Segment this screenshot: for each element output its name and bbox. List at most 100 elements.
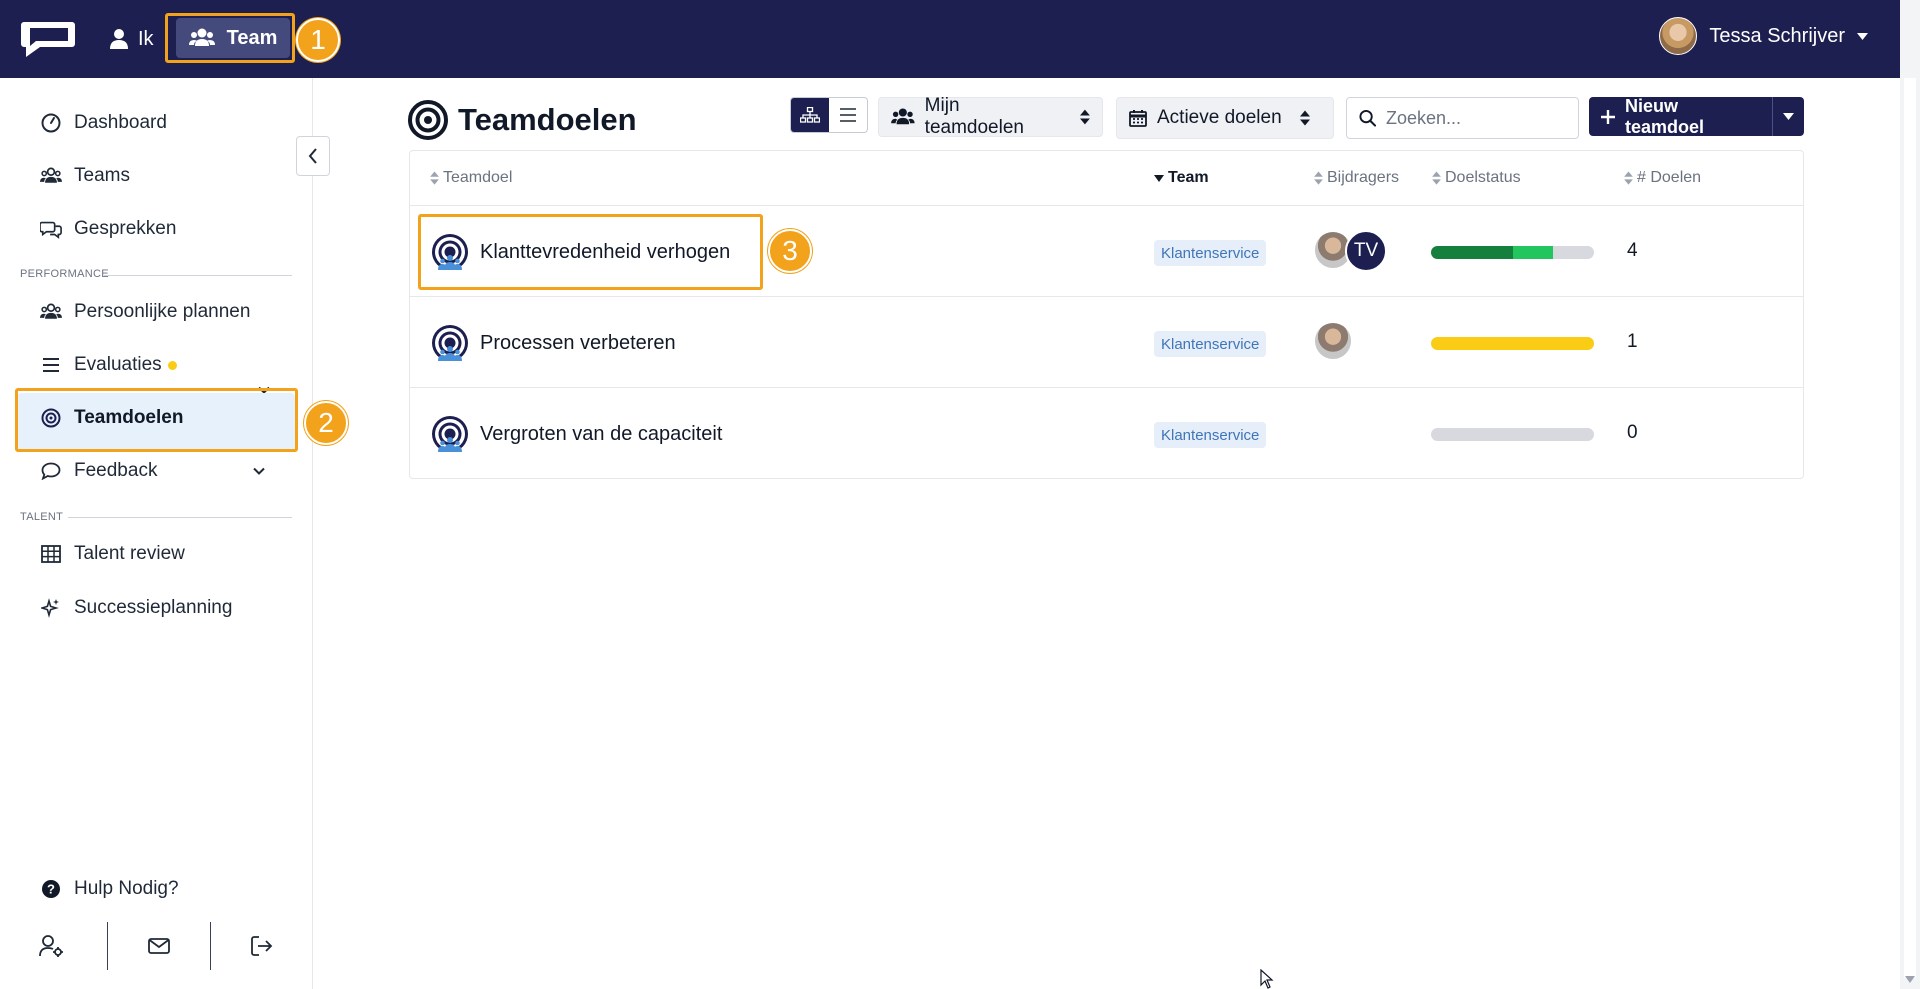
sidebar-item-teams[interactable]: Teams	[40, 156, 130, 196]
status-bar-segment	[1431, 337, 1594, 350]
scroll-down-arrow-icon[interactable]	[1905, 976, 1915, 983]
highlight-box-2	[15, 388, 298, 452]
table-row[interactable]: Processen verbeteren Klantenservice 1	[410, 296, 1803, 387]
sidebar-item-label: Feedback	[74, 460, 158, 481]
status-filter-dropdown[interactable]: Actieve doelen	[1116, 97, 1334, 139]
status-bar-segment	[1431, 246, 1513, 259]
team-target-icon	[432, 416, 468, 452]
contributors: TV	[1313, 230, 1387, 272]
logout-icon	[251, 936, 273, 956]
goal-status-bar	[1431, 246, 1594, 259]
highlight-box-1	[165, 13, 295, 63]
grid-icon	[40, 543, 62, 565]
svg-text:?: ?	[47, 882, 55, 897]
mouse-cursor-icon	[1260, 969, 1274, 989]
users-icon	[891, 108, 915, 125]
users-icon	[40, 165, 62, 187]
team-tag[interactable]: Klantenservice	[1154, 240, 1267, 266]
column-header-doelstatus[interactable]: Doelstatus	[1432, 169, 1521, 187]
users-icon	[40, 301, 62, 323]
column-header-bijdragers[interactable]: Bijdragers	[1314, 169, 1399, 187]
sidebar-item-dashboard[interactable]: Dashboard	[40, 103, 167, 143]
search-box	[1346, 97, 1579, 139]
chevron-down-icon[interactable]	[253, 465, 265, 477]
sort-icon	[1432, 171, 1441, 185]
sidebar-item-label: Persoonlijke plannen	[74, 301, 251, 322]
top-navigation-bar: Ik Team 1 Tessa Schrijver	[0, 0, 1920, 78]
new-team-goal-button[interactable]: Nieuw teamdoel	[1589, 96, 1772, 137]
page-scrollbar[interactable]	[1900, 0, 1920, 989]
section-label-performance: PERFORMANCE	[20, 268, 109, 280]
sidebar-item-label: Teams	[74, 165, 130, 186]
scope-filter-dropdown[interactable]: Mijn teamdoelen	[878, 95, 1103, 138]
avatar-initials[interactable]: TV	[1345, 230, 1387, 272]
table-row[interactable]: Vergroten van de capaciteit Klantenservi…	[410, 387, 1803, 478]
team-goals-table: Teamdoel Team Bijdragers Doelstatus # Do…	[409, 150, 1804, 479]
profile-settings-button[interactable]	[0, 922, 104, 970]
sidebar-item-evaluaties[interactable]: Evaluaties	[40, 345, 177, 385]
chat-bubbles-icon	[40, 218, 62, 240]
caret-down-icon	[1857, 32, 1868, 40]
sparkles-icon	[40, 597, 62, 619]
sidebar-collapse-button[interactable]	[296, 136, 330, 176]
avatar	[1659, 17, 1698, 55]
user-gear-icon	[39, 935, 63, 957]
sort-desc-icon	[1154, 174, 1164, 182]
goal-link[interactable]: Vergroten van de capaciteit	[430, 412, 722, 456]
sort-icon	[1080, 109, 1090, 125]
search-input[interactable]	[1386, 107, 1566, 129]
envelope-icon	[148, 938, 170, 954]
highlight-box-3	[418, 214, 763, 290]
column-header-doelen[interactable]: # Doelen	[1624, 169, 1701, 187]
gauge-icon	[40, 112, 62, 134]
user-menu[interactable]: Tessa Schrijver	[1659, 16, 1868, 56]
nav-ik[interactable]: Ik	[110, 24, 154, 54]
goal-link[interactable]: Processen verbeteren	[430, 321, 676, 365]
app-logo-icon[interactable]	[18, 18, 78, 60]
page-title-text: Teamdoelen	[458, 102, 637, 137]
list-view-button[interactable]	[829, 98, 867, 132]
plus-icon	[1601, 109, 1615, 124]
notification-dot	[167, 360, 177, 370]
contributors	[1313, 321, 1353, 363]
section-divider	[104, 275, 292, 276]
column-header-teamdoel[interactable]: Teamdoel	[430, 169, 512, 187]
status-bar-segment	[1512, 246, 1554, 259]
section-divider	[68, 517, 292, 518]
sidebar-item-feedback[interactable]: Feedback	[40, 451, 157, 491]
goal-count: 1	[1627, 331, 1638, 352]
sidebar-item-persoonlijke-plannen[interactable]: Persoonlijke plannen	[40, 292, 250, 332]
help-link[interactable]: ? Hulp Nodig?	[40, 869, 179, 909]
sidebar-item-gesprekken[interactable]: Gesprekken	[40, 209, 176, 249]
sidebar-item-label: Gesprekken	[74, 218, 177, 239]
new-team-goal-options-button[interactable]	[1772, 97, 1804, 136]
step-badge-3: 3	[768, 229, 812, 273]
scope-filter-value: Mijn teamdoelen	[924, 95, 1024, 138]
question-circle-icon: ?	[40, 878, 62, 900]
sort-icon	[1624, 171, 1633, 185]
goal-name: Vergroten van de capaciteit	[480, 422, 723, 445]
column-header-team[interactable]: Team	[1154, 169, 1209, 187]
page-title: Teamdoelen	[408, 98, 637, 142]
goal-name: Processen verbeteren	[480, 331, 676, 354]
list-icon	[840, 108, 856, 122]
avatar[interactable]	[1313, 321, 1353, 361]
messages-button[interactable]	[107, 922, 211, 970]
hierarchy-view-button[interactable]	[791, 98, 829, 132]
sitemap-icon	[800, 107, 820, 123]
comment-icon	[40, 460, 62, 482]
scrollbar-thumb[interactable]	[1904, 78, 1916, 978]
team-tag[interactable]: Klantenservice	[1154, 422, 1267, 448]
logout-button[interactable]	[210, 922, 314, 970]
team-tag[interactable]: Klantenservice	[1154, 331, 1267, 357]
sidebar-item-label: Evaluaties	[74, 354, 162, 375]
sidebar-item-talent-review[interactable]: Talent review	[40, 534, 185, 574]
sidebar-item-label: Dashboard	[74, 112, 167, 133]
team-target-icon	[432, 325, 468, 361]
goal-status-bar	[1431, 428, 1594, 441]
view-toggle	[790, 97, 868, 133]
step-badge-2: 2	[304, 401, 348, 445]
new-team-goal-button-group: Nieuw teamdoel	[1589, 96, 1804, 137]
sidebar-item-successieplanning[interactable]: Successieplanning	[40, 588, 232, 628]
step-badge-1: 1	[296, 18, 340, 62]
